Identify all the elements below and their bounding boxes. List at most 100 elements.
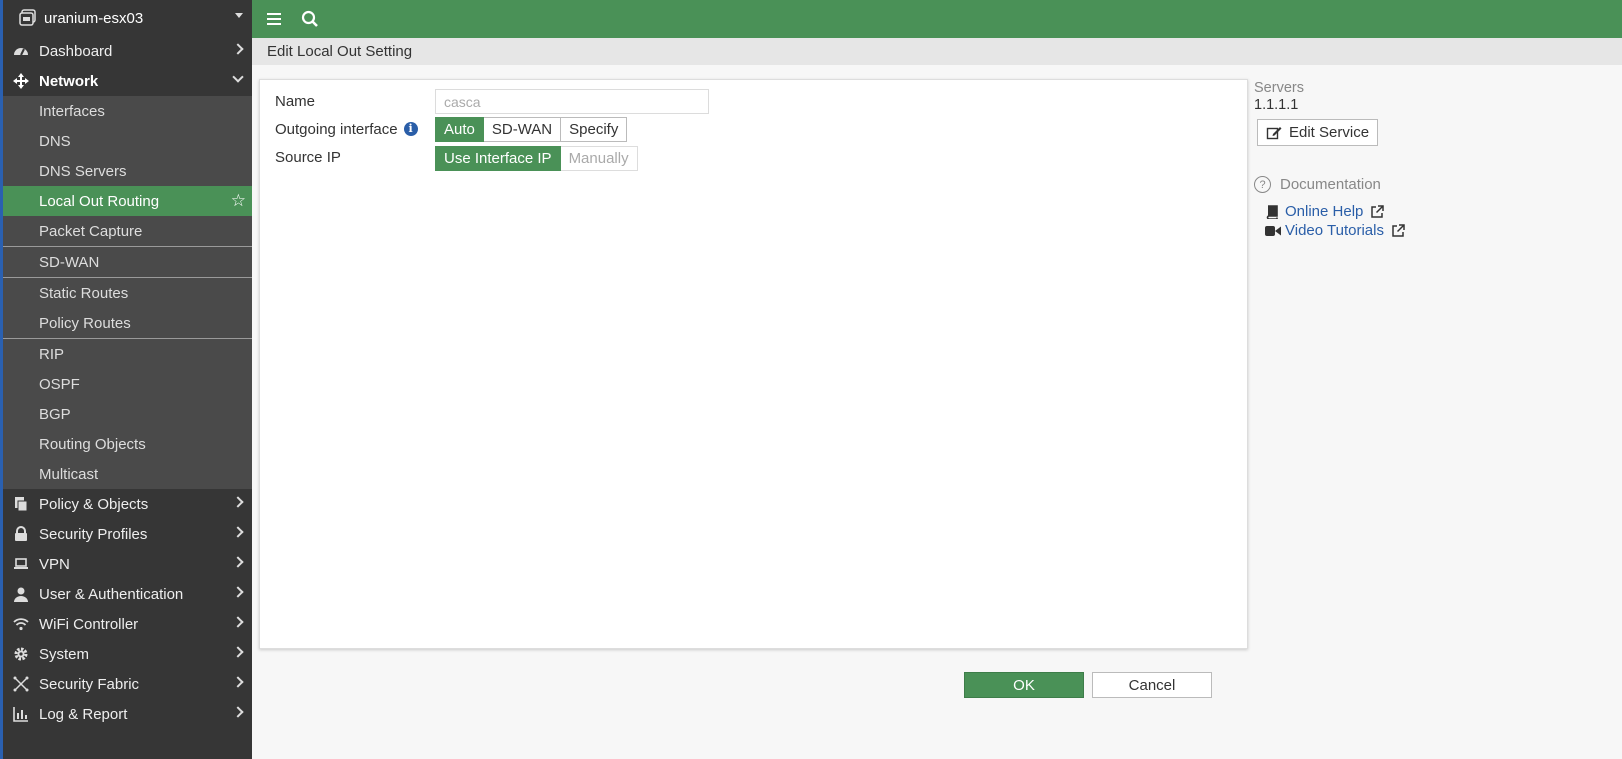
edit-service-label: Edit Service xyxy=(1289,124,1370,141)
device-name: uranium-esx03 xyxy=(44,9,144,27)
chevron-down-icon xyxy=(232,71,244,83)
sidebar-item-sd-wan[interactable]: SD-WAN xyxy=(3,247,252,277)
option-use-interface-ip[interactable]: Use Interface IP xyxy=(435,146,561,171)
sidebar-item-label: Policy & Objects xyxy=(39,495,149,513)
caret-down-icon[interactable] xyxy=(235,13,243,18)
video-tutorials-label: Video Tutorials xyxy=(1285,222,1384,239)
sidebar-item-security-fabric[interactable]: Security Fabric xyxy=(3,669,252,699)
menu-icon[interactable] xyxy=(264,9,284,29)
lock-icon xyxy=(13,526,29,542)
sidebar-item-label: DNS xyxy=(39,132,71,150)
sidebar-item-multicast[interactable]: Multicast xyxy=(3,459,252,489)
chevron-right-icon xyxy=(232,706,244,718)
name-row: Name xyxy=(275,88,315,114)
cancel-button[interactable]: Cancel xyxy=(1092,672,1212,698)
network-submenu: Interfaces DNS DNS Servers Local Out Rou… xyxy=(3,96,252,489)
network-icon xyxy=(13,73,29,89)
source-ip-toggle: Use Interface IP Manually xyxy=(435,146,638,171)
sidebar-item-dns[interactable]: DNS xyxy=(3,126,252,156)
laptop-icon xyxy=(13,556,29,572)
sidebar-item-label: User & Authentication xyxy=(39,585,184,603)
info-icon[interactable]: i xyxy=(403,122,418,136)
sidebar-item-dashboard[interactable]: Dashboard xyxy=(3,36,252,66)
chevron-right-icon xyxy=(232,496,244,508)
sidebar-item-packet-capture[interactable]: Packet Capture xyxy=(3,216,252,246)
search-icon[interactable] xyxy=(300,9,320,29)
sidebar-item-label: Multicast xyxy=(39,465,99,483)
sidebar-item-label: Local Out Routing xyxy=(39,192,160,210)
documentation-header: ? Documentation xyxy=(1254,176,1594,193)
sidebar-item-label: Packet Capture xyxy=(39,222,143,240)
outgoing-interface-toggle: Auto SD-WAN Specify xyxy=(435,117,628,142)
gear-icon xyxy=(13,646,29,662)
ok-button[interactable]: OK xyxy=(964,672,1084,698)
servers-label: Servers xyxy=(1254,80,1304,96)
form-panel: Name Outgoing interface i Auto SD-WAN Sp… xyxy=(259,79,1248,649)
sidebar-item-log-report[interactable]: Log & Report xyxy=(3,699,252,729)
video-tutorials-link[interactable]: Video Tutorials xyxy=(1265,221,1594,240)
edit-service-button[interactable]: Edit Service xyxy=(1257,119,1379,146)
sidebar-item-policy-routes[interactable]: Policy Routes xyxy=(3,308,252,338)
chevron-right-icon xyxy=(232,676,244,688)
sidebar-item-label: Log & Report xyxy=(39,705,128,723)
name-label: Name xyxy=(275,92,316,110)
option-sd-wan[interactable]: SD-WAN xyxy=(483,117,562,142)
sidebar-item-label: Security Profiles xyxy=(39,525,148,543)
online-help-label: Online Help xyxy=(1285,203,1364,220)
sidebar-item-bgp[interactable]: BGP xyxy=(3,399,252,429)
sidebar-item-label: Routing Objects xyxy=(39,435,146,453)
sidebar-item-ospf[interactable]: OSPF xyxy=(3,369,252,399)
option-manually[interactable]: Manually xyxy=(560,146,638,171)
sidebar-item-label: RIP xyxy=(39,345,65,363)
page-title-bar: Edit Local Out Setting xyxy=(252,38,1622,65)
sidebar-item-system[interactable]: System xyxy=(3,639,252,669)
outgoing-interface-row: Outgoing interface i xyxy=(275,116,418,142)
external-link-icon xyxy=(1370,204,1385,219)
policy-icon xyxy=(13,496,29,512)
online-help-link[interactable]: Online Help xyxy=(1265,202,1594,221)
sidebar-item-security-profiles[interactable]: Security Profiles xyxy=(3,519,252,549)
wifi-icon xyxy=(13,616,29,632)
help-circle-icon: ? xyxy=(1254,176,1271,193)
sidebar-item-rip[interactable]: RIP xyxy=(3,339,252,369)
sidebar-item-policy-objects[interactable]: Policy & Objects xyxy=(3,489,252,519)
sidebar: uranium-esx03 Dashboard Network Interfac… xyxy=(0,0,252,759)
star-icon[interactable]: ☆ xyxy=(231,191,246,211)
sidebar-item-label: System xyxy=(39,645,90,663)
source-ip-row: Source IP xyxy=(275,144,341,170)
option-auto[interactable]: Auto xyxy=(435,117,484,142)
external-link-icon xyxy=(1391,223,1406,238)
chevron-right-icon xyxy=(232,616,244,628)
sidebar-item-static-routes[interactable]: Static Routes xyxy=(3,278,252,308)
sidebar-item-interfaces[interactable]: Interfaces xyxy=(3,96,252,126)
option-specify[interactable]: Specify xyxy=(561,117,628,142)
page-title: Edit Local Out Setting xyxy=(267,43,413,60)
sidebar-item-user-authentication[interactable]: User & Authentication xyxy=(3,579,252,609)
user-icon xyxy=(13,586,29,602)
chevron-right-icon xyxy=(232,526,244,538)
sidebar-item-dns-servers[interactable]: DNS Servers xyxy=(3,156,252,186)
sidebar-item-label: VPN xyxy=(39,555,70,573)
sidebar-item-network[interactable]: Network xyxy=(3,66,252,96)
device-selector[interactable]: uranium-esx03 xyxy=(3,0,252,36)
sidebar-item-local-out-routing[interactable]: Local Out Routing ☆ xyxy=(3,186,252,216)
sidebar-item-label: DNS Servers xyxy=(39,162,127,180)
sidebar-item-label: OSPF xyxy=(39,375,80,393)
dashboard-icon xyxy=(13,43,29,59)
sidebar-item-label: BGP xyxy=(39,405,71,423)
sidebar-item-label: WiFi Controller xyxy=(39,615,139,633)
device-icon xyxy=(18,8,38,28)
sidebar-item-vpn[interactable]: VPN xyxy=(3,549,252,579)
sidebar-item-label: Security Fabric xyxy=(39,675,140,693)
top-bar xyxy=(252,0,1622,38)
name-input[interactable] xyxy=(435,89,709,114)
servers-value: 1.1.1.1 xyxy=(1254,97,1299,113)
info-pane: Servers 1.1.1.1 Edit Service ? Documenta… xyxy=(1254,80,1594,240)
sidebar-item-label: Dashboard xyxy=(39,42,113,60)
sidebar-item-routing-objects[interactable]: Routing Objects xyxy=(3,429,252,459)
sidebar-item-label: Static Routes xyxy=(39,284,129,302)
chevron-right-icon xyxy=(232,43,244,55)
sidebar-item-wifi-controller[interactable]: WiFi Controller xyxy=(3,609,252,639)
video-camera-icon xyxy=(1265,225,1285,237)
documentation-label: Documentation xyxy=(1280,176,1381,193)
